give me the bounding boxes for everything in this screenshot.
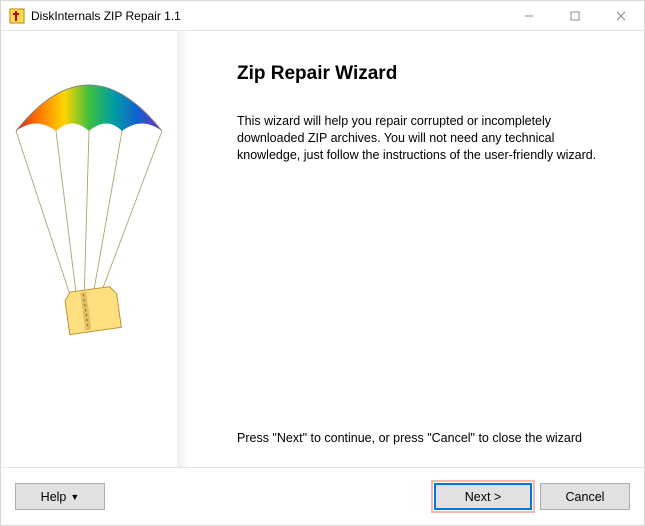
- cancel-button[interactable]: Cancel: [540, 483, 630, 510]
- next-button[interactable]: Next >: [434, 483, 532, 510]
- next-button-label: Next >: [465, 490, 501, 504]
- titlebar: DiskInternals ZIP Repair 1.1: [1, 1, 644, 31]
- close-button[interactable]: [598, 1, 644, 30]
- wizard-heading: Zip Repair Wizard: [237, 63, 614, 85]
- wizard-main: Zip Repair Wizard This wizard will help …: [189, 31, 644, 467]
- content-area: Zip Repair Wizard This wizard will help …: [1, 31, 644, 467]
- wizard-hint: Press "Next" to continue, or press "Canc…: [237, 431, 614, 445]
- window-title: DiskInternals ZIP Repair 1.1: [31, 9, 506, 23]
- help-button[interactable]: Help ▼: [15, 483, 105, 510]
- maximize-button[interactable]: [552, 1, 598, 30]
- cancel-button-label: Cancel: [566, 490, 605, 504]
- button-bar: Help ▼ Next > Cancel: [1, 467, 644, 525]
- parachute-image: [12, 61, 166, 386]
- minimize-button[interactable]: [506, 1, 552, 30]
- wizard-sidebar: [1, 31, 177, 467]
- wizard-description: This wizard will help you repair corrupt…: [237, 113, 614, 164]
- divider-shadow: [177, 31, 189, 467]
- dropdown-caret-icon: ▼: [70, 492, 79, 502]
- app-icon: [9, 8, 25, 24]
- window-controls: [506, 1, 644, 30]
- help-button-label: Help: [41, 490, 67, 504]
